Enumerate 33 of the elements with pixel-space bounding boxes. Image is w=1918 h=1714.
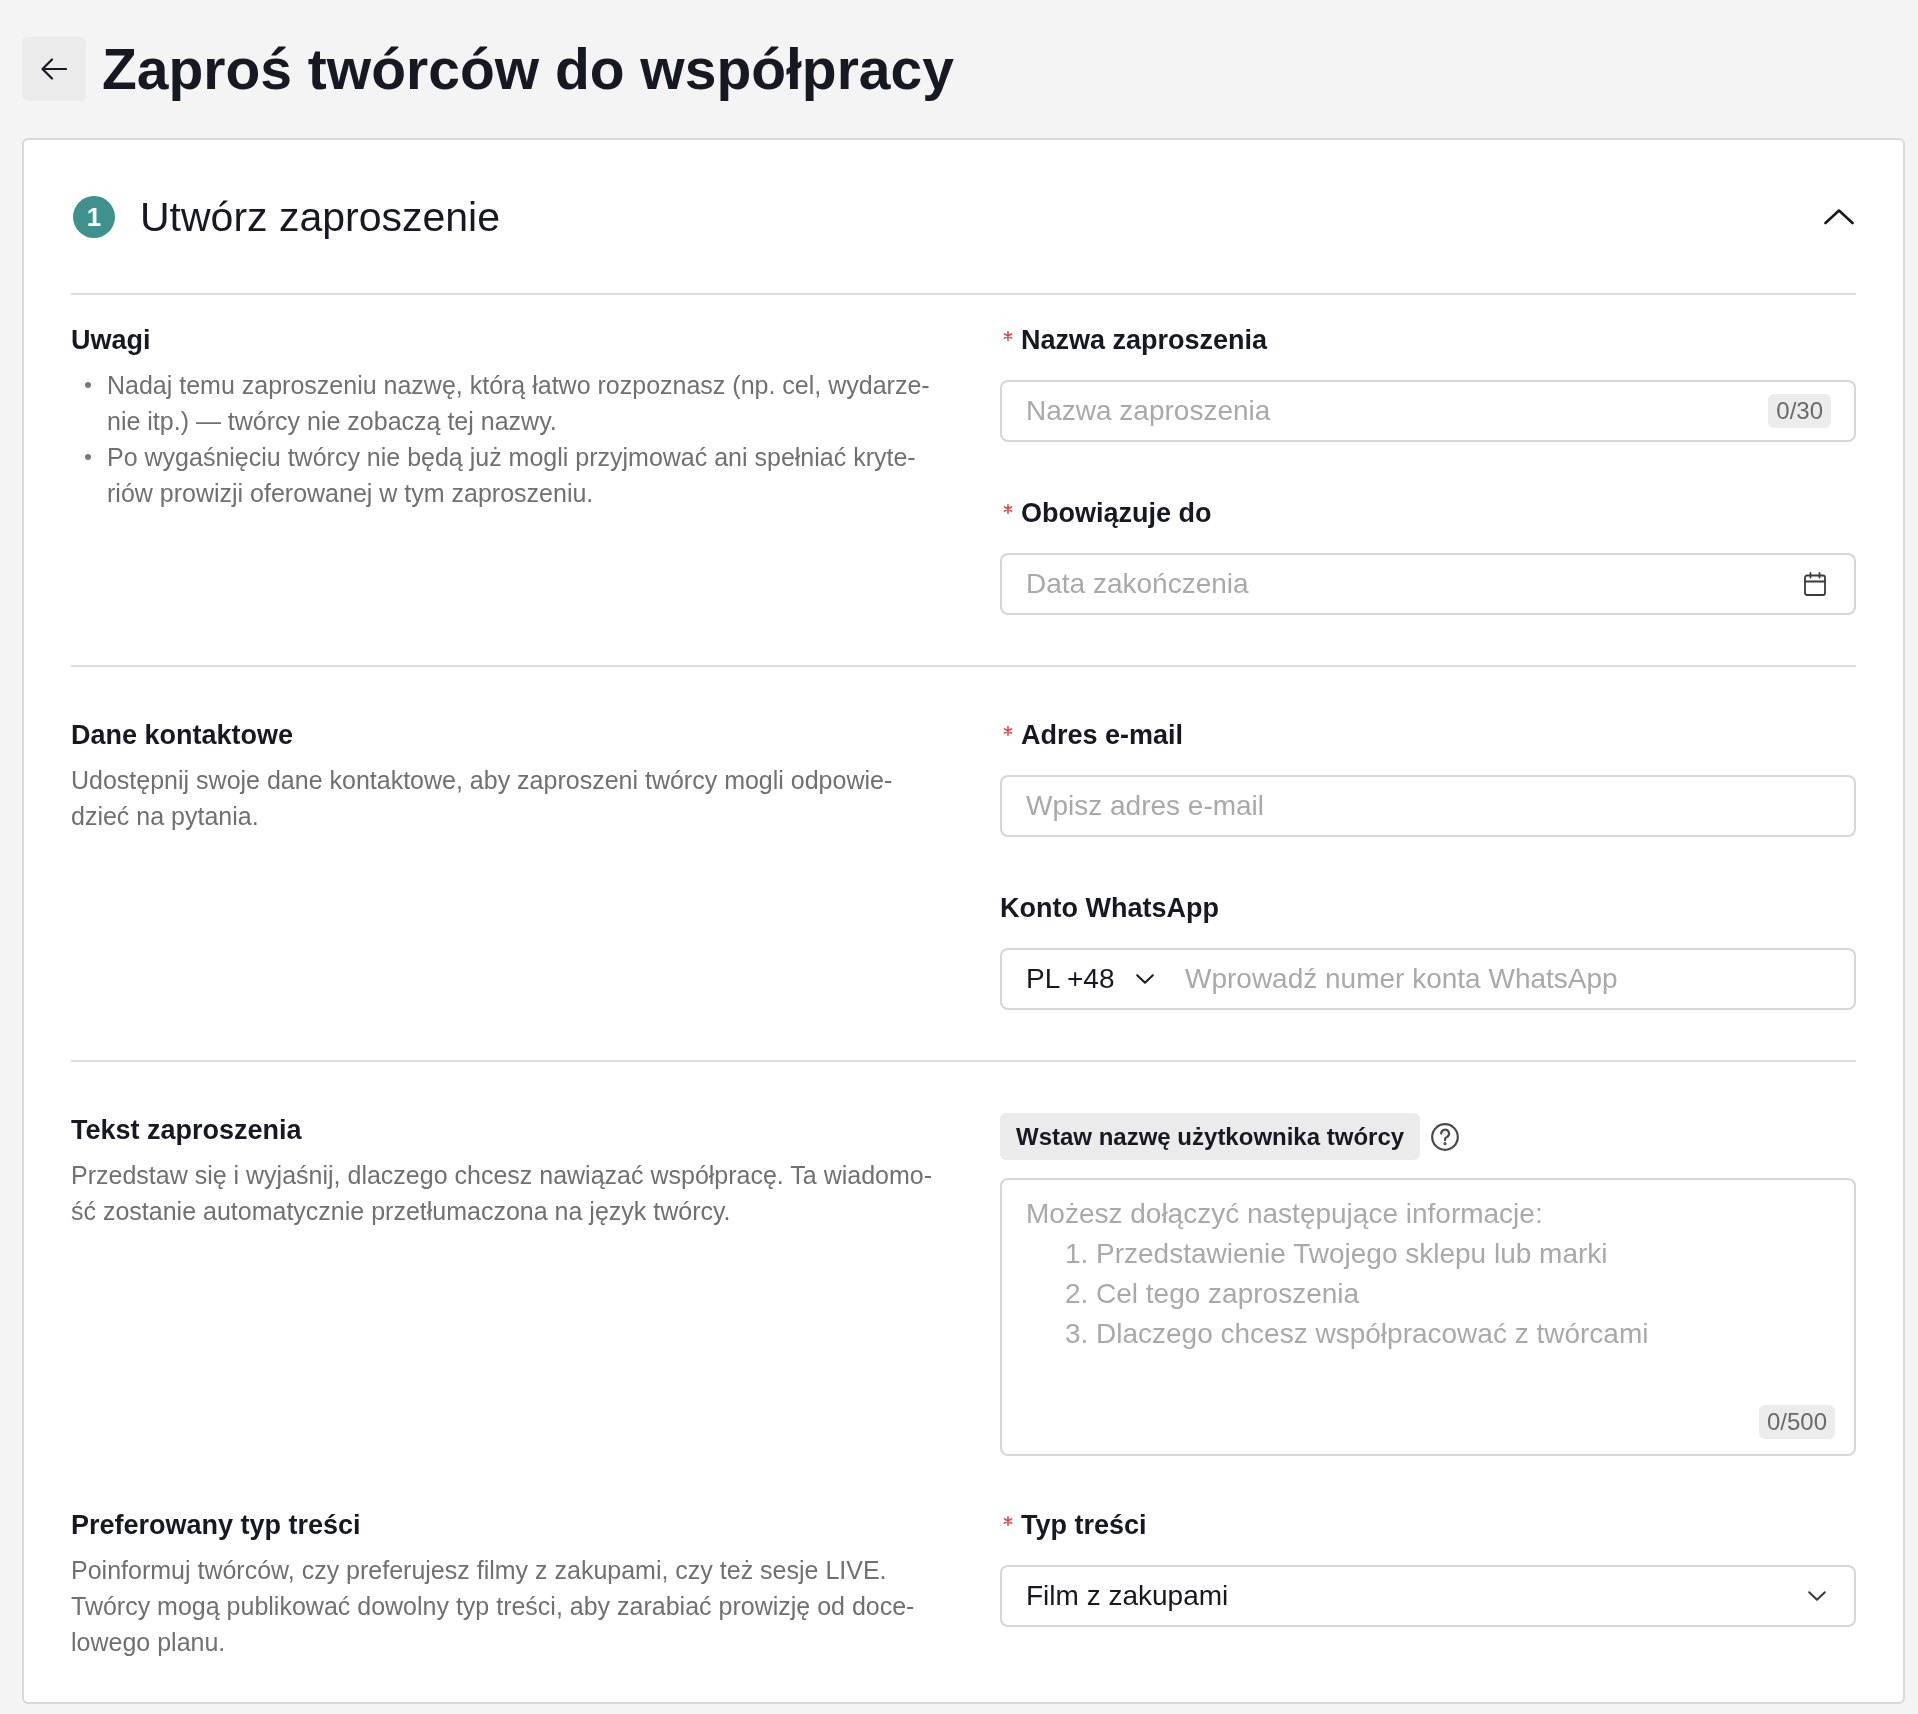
country-code-select[interactable]: PL +48 [1026, 962, 1155, 996]
bullet-icon [85, 454, 91, 460]
arrow-left-icon [41, 58, 67, 80]
page-title: Zaproś twórców do współpracy [102, 37, 954, 101]
date-input[interactable]: Data zakończenia [1000, 553, 1856, 615]
field-label: Nazwa zaproszenia [1021, 324, 1268, 357]
note-text: Nadaj temu zaproszeniu nazwę, którą łatwo rozpoznasz (np. cel, wydarze- nie itp.) — twórcy nie zobaczą tej nazwy. [107, 370, 930, 437]
section-heading: Tekst zaproszenia [71, 1114, 303, 1147]
character-counter: 0/500 [1758, 1405, 1835, 1439]
section-heading: Dane kontaktowe [71, 719, 295, 752]
note-text: Po wygaśnięciu twórcy nie będą już mogli przyjmować ani spełniać kryte- riów prowizji oferowanej w tym zaproszeniu. [107, 442, 916, 509]
content-type-select[interactable]: Film z zakupami [1000, 1565, 1856, 1627]
chevron-down-icon [1808, 1591, 1826, 1601]
chevron-up-icon[interactable] [1824, 209, 1854, 225]
text-input[interactable]: Wpisz adres e-mail [1000, 775, 1856, 837]
field-label: Konto WhatsApp [1000, 892, 1219, 925]
bullet-icon [85, 382, 91, 388]
section-description: Poinformuj twórców, czy preferujesz filmy z zakupami, czy też sesje LIVE. Twórcy mogą publikować dowolny typ treści, aby zarabiać prowizję od doce- lowego planu. [71, 1555, 916, 1658]
section-heading: Uwagi [71, 324, 152, 357]
section-description: Udostępnij swoje dane kontaktowe, aby zaproszeni twórcy mogli odpowie- dzieć na pytania. [71, 765, 894, 832]
section-heading: Preferowany typ treści [71, 1509, 362, 1542]
help-icon[interactable] [1431, 1122, 1460, 1151]
calendar-icon[interactable] [1804, 572, 1826, 596]
field-label: Obowiązuje do [1021, 497, 1212, 530]
insert-username-button[interactable]: Wstaw nazwę użytkownika twórcy [1000, 1113, 1421, 1160]
section-title: Utwórz zaproszenie [140, 195, 501, 239]
chevron-down-icon [1136, 974, 1155, 984]
field-label: Adres e-mail [1021, 719, 1184, 752]
step-number: 1 [73, 196, 115, 238]
character-counter: 0/30 [1768, 394, 1831, 428]
back-button[interactable] [22, 37, 86, 101]
field-label: Typ treści [1021, 1509, 1147, 1542]
section-description: Przedstaw się i wyjaśnij, dlaczego chcesz nawiązać współpracę. Ta wiadomo- ść zostanie automatycznie przetłumaczona na język twórcy. [71, 1160, 934, 1227]
